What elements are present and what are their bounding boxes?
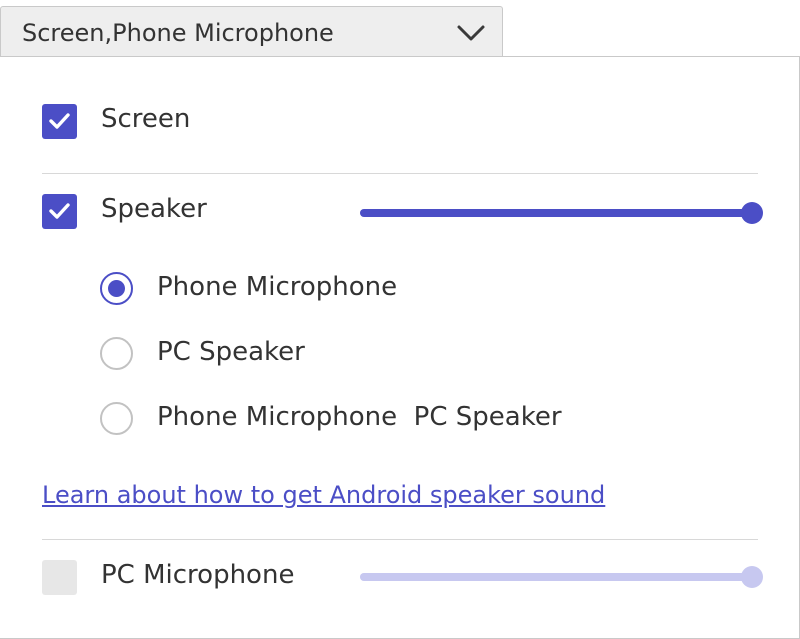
speaker-volume-fill bbox=[360, 209, 752, 217]
checkmark-icon bbox=[49, 113, 70, 129]
checkmark-icon bbox=[49, 203, 70, 219]
radio-label-pc-speaker: PC Speaker bbox=[157, 337, 305, 367]
speaker-volume-thumb[interactable] bbox=[741, 202, 763, 224]
radio-pc-speaker[interactable] bbox=[100, 337, 133, 370]
pc-microphone-label: PC Microphone bbox=[101, 560, 295, 590]
chevron-down-icon[interactable] bbox=[456, 24, 486, 42]
radio-phone-microphone[interactable] bbox=[100, 272, 133, 305]
radio-label-phone-microphone-pc-speaker: Phone Microphone PC Speaker bbox=[157, 402, 562, 432]
speaker-label: Speaker bbox=[101, 194, 207, 224]
divider bbox=[42, 173, 758, 174]
source-options-panel: Screen Speaker Phone Microphone PC Speak… bbox=[0, 56, 800, 639]
divider bbox=[42, 539, 758, 540]
pc-microphone-volume-fill bbox=[360, 573, 752, 581]
pc-microphone-volume-slider[interactable] bbox=[360, 566, 763, 588]
radio-selected-dot bbox=[108, 280, 125, 297]
screen-label: Screen bbox=[101, 104, 191, 134]
screen-checkbox[interactable] bbox=[42, 104, 77, 139]
pc-microphone-checkbox[interactable] bbox=[42, 560, 77, 595]
speaker-volume-slider[interactable] bbox=[360, 202, 763, 224]
dropdown-selected-value: Screen,Phone Microphone bbox=[22, 19, 334, 47]
speaker-checkbox[interactable] bbox=[42, 194, 77, 229]
recording-source-selector: Screen,Phone Microphone Screen Speaker P… bbox=[0, 0, 800, 639]
radio-phone-microphone-pc-speaker[interactable] bbox=[100, 402, 133, 435]
pc-microphone-volume-thumb[interactable] bbox=[741, 566, 763, 588]
radio-label-phone-microphone: Phone Microphone bbox=[157, 272, 398, 302]
android-speaker-help-link[interactable]: Learn about how to get Android speaker s… bbox=[42, 481, 605, 509]
source-dropdown[interactable]: Screen,Phone Microphone bbox=[0, 6, 503, 56]
